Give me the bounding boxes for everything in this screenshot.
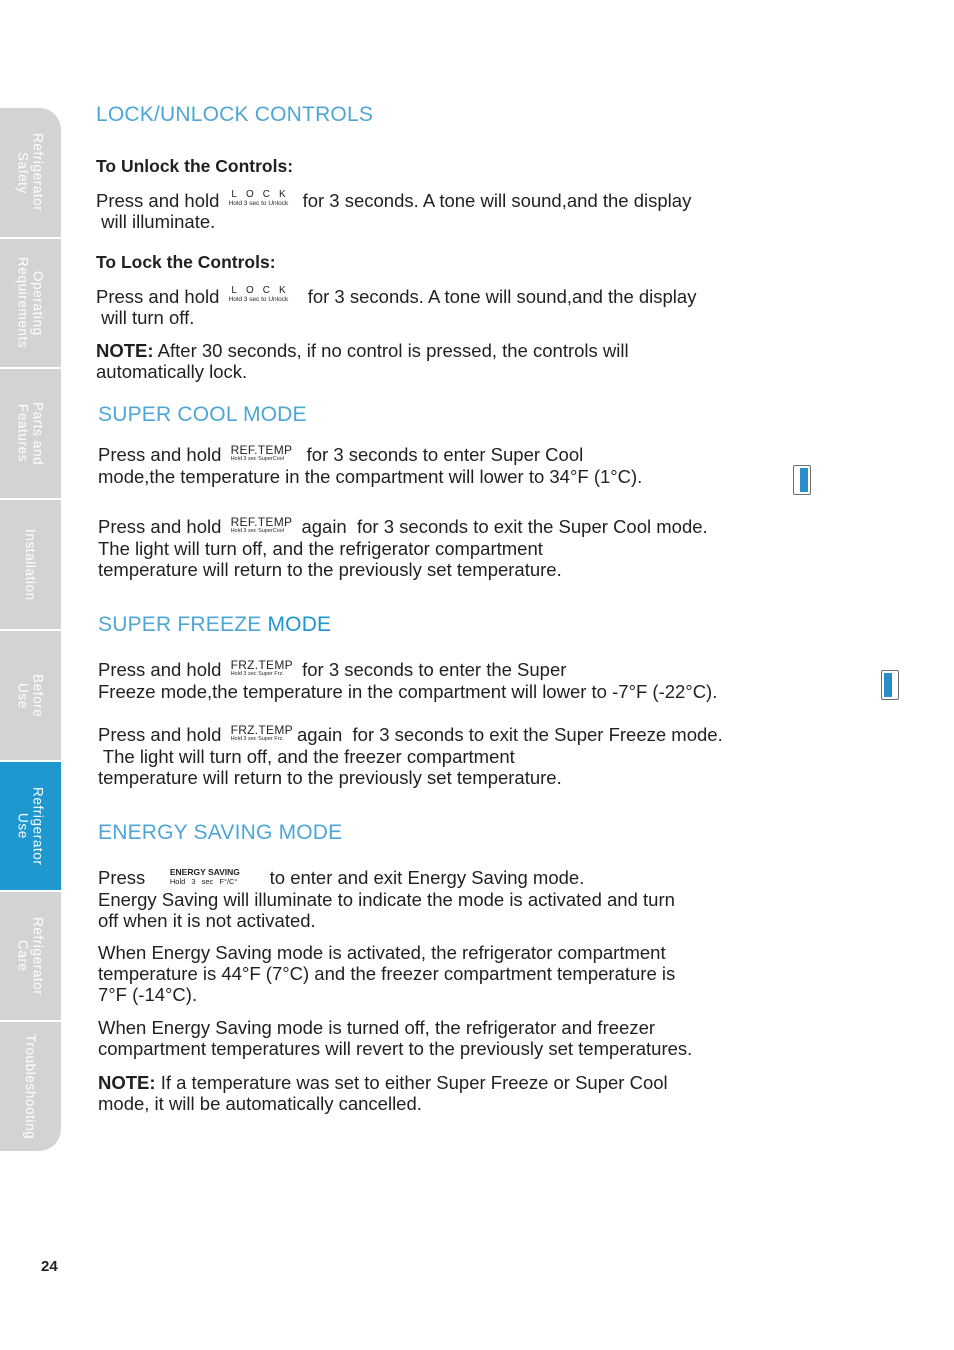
- text: When Energy Saving mode is activated, th…: [98, 942, 666, 963]
- key-sublabel: Hold 3 sec to Unlock: [228, 296, 289, 304]
- heading-part: SUPER FREEZE: [98, 613, 268, 636]
- key-sublabel: Hold 3 sec SuperCool: [230, 527, 285, 534]
- text: After 30 seconds, if no control is press…: [153, 340, 629, 361]
- key-label: REF.TEMP: [230, 442, 293, 457]
- text: Press and hold: [98, 444, 222, 465]
- super-freeze-heading: SUPER FREEZE MODE: [98, 613, 331, 637]
- text: 7°F (-14°C).: [98, 984, 198, 1005]
- tab-label: Refrigerator Care: [15, 916, 46, 996]
- super-cool-heading: SUPER COOL MODE: [98, 403, 307, 426]
- tab-label: Installation: [23, 528, 38, 601]
- page-number: 24: [41, 1258, 58, 1275]
- lock-note: NOTE: After 30 seconds, if no control is…: [96, 340, 629, 382]
- lock-key-icon: LOCK Hold 3 sec to Unlock: [223, 286, 293, 304]
- super-cool-exit: Press and hold REF.TEMP Hold 3 sec SuperC…: [98, 516, 708, 580]
- text: compartment temperatures will revert to …: [98, 1038, 693, 1059]
- text: mode, it will be automatically cancelled…: [98, 1093, 422, 1114]
- key-label: FRZ.TEMP: [230, 657, 293, 672]
- tab-refrigerator-care[interactable]: Refrigerator Care: [0, 892, 61, 1020]
- note-label: NOTE:: [96, 340, 154, 361]
- tab-label: Parts and Features: [15, 401, 46, 466]
- text: The light will turn off, and the freezer…: [98, 745, 515, 767]
- super-freeze-enter: Press and hold FRZ.TEMP Hold 3 sec Super …: [98, 659, 717, 702]
- key-label: LOCK: [231, 189, 295, 201]
- heading-part: MODE: [267, 613, 332, 636]
- text: temperature is 44°F (7°C) and the freeze…: [98, 963, 676, 984]
- super-cool-indicator-icon: [793, 465, 811, 495]
- indicator-fill: [800, 468, 808, 492]
- tab-label: Troubleshooting: [23, 1033, 38, 1140]
- key-sublabel: Hold 3 sec F°/C°: [169, 876, 238, 886]
- tab-troubleshooting[interactable]: Troubleshooting: [0, 1022, 61, 1151]
- text: The light will turn off, and the refrige…: [98, 537, 543, 559]
- energy-saving-activated-text: When Energy Saving mode is activated, th…: [98, 942, 675, 1005]
- frz-temp-key-icon: FRZ.TEMP Hold 3 sec Super Frz.: [231, 659, 293, 678]
- tab-label: Refrigerator Safety: [15, 133, 46, 212]
- text: again for 3 seconds to exit the Super Co…: [301, 516, 708, 537]
- text: for 3 seconds to enter the Super: [302, 659, 567, 680]
- super-cool-enter: Press and hold REF.TEMP Hold 3 sec SuperC…: [98, 444, 642, 487]
- tab-operating-requirements[interactable]: Operating Requirements: [0, 239, 61, 367]
- ref-temp-key-icon: REF.TEMP Hold 3 sec SuperCool: [231, 444, 293, 463]
- energy-saving-instruction: Press ENERGY SAVING Hold 3 sec F°/C° to e…: [98, 867, 675, 931]
- text: automatically lock.: [96, 361, 248, 382]
- energy-saving-heading: ENERGY SAVING MODE: [98, 821, 343, 844]
- tab-refrigerator-use[interactable]: Refrigerator Use: [0, 762, 61, 890]
- text: Press: [98, 867, 146, 888]
- unlock-subheading: To Unlock the Controls:: [96, 156, 294, 176]
- ref-temp-key-icon: REF.TEMP Hold 3 sec SuperCool: [231, 516, 293, 535]
- text: for 3 seconds to enter Super Cool: [296, 444, 584, 465]
- text: Energy Saving will illuminate to indicat…: [98, 888, 675, 910]
- text: Press and hold: [98, 516, 222, 537]
- energy-saving-note: NOTE: If a temperature was set to either…: [98, 1072, 668, 1114]
- lock-instruction: Press and hold LOCK Hold 3 sec to Unlock f…: [96, 286, 697, 329]
- key-label: FRZ.TEMP: [230, 722, 293, 737]
- text: Press and hold: [96, 286, 220, 307]
- text: will illuminate.: [96, 211, 216, 233]
- key-sublabel: Hold 3 sec SuperCool: [230, 455, 285, 462]
- key-label: ENERGY SAVING: [169, 866, 240, 877]
- text: will turn off.: [96, 307, 195, 329]
- lock-key-icon: LOCK Hold 3 sec to Unlock: [223, 190, 293, 208]
- indicator-fill: [884, 673, 892, 697]
- text: When Energy Saving mode is turned off, t…: [98, 1017, 656, 1038]
- text: to enter and exit Energy Saving mode.: [269, 867, 585, 888]
- energy-saving-off-text: When Energy Saving mode is turned off, t…: [98, 1017, 692, 1059]
- key-sublabel: Hold 3 sec Super Frz.: [230, 670, 284, 677]
- text: If a temperature was set to either Super…: [155, 1072, 668, 1093]
- super-freeze-indicator-icon: [881, 670, 899, 700]
- tab-label: Before Use: [15, 673, 46, 718]
- frz-temp-key-icon: FRZ.TEMP Hold 3 sec Super Frz.: [231, 724, 293, 743]
- text: mode,the temperature in the compartment …: [98, 465, 643, 487]
- text: for 3 seconds. A tone will sound,and the…: [307, 286, 697, 307]
- tab-label: Operating Requirements: [15, 257, 46, 349]
- super-freeze-exit: Press and hold FRZ.TEMP Hold 3 sec Super …: [98, 724, 723, 788]
- key-sublabel: Hold 3 sec to Unlock: [228, 200, 289, 208]
- key-label: LOCK: [231, 285, 295, 297]
- energy-saving-key-icon: ENERGY SAVING Hold 3 sec F°/C°: [170, 867, 240, 886]
- lock-unlock-heading: LOCK/UNLOCK CONTROLS: [96, 103, 374, 126]
- text: off when it is not activated.: [98, 909, 316, 931]
- unlock-instruction: Press and hold LOCK Hold 3 sec to Unlock f…: [96, 190, 692, 233]
- text: for 3 seconds. A tone will sound,and the…: [302, 190, 692, 211]
- text: Press and hold: [96, 190, 220, 211]
- text: temperature will return to the previousl…: [98, 558, 562, 580]
- tab-installation[interactable]: Installation: [0, 500, 61, 629]
- key-label: REF.TEMP: [230, 514, 293, 529]
- text: Press and hold: [98, 724, 222, 745]
- text: temperature will return to the previousl…: [98, 766, 562, 788]
- tab-label: Refrigerator Use: [15, 786, 46, 866]
- text: Press and hold: [98, 659, 222, 680]
- tab-before-use[interactable]: Before Use: [0, 631, 61, 760]
- key-sublabel: Hold 3 sec Super Frz.: [230, 735, 284, 742]
- text: again for 3 seconds to exit the Super Fr…: [296, 724, 723, 745]
- tab-parts-and-features[interactable]: Parts and Features: [0, 369, 61, 498]
- tab-refrigerator-safety[interactable]: Refrigerator Safety: [0, 108, 61, 237]
- lock-subheading: To Lock the Controls:: [96, 252, 276, 272]
- text: Freeze mode,the temperature in the compa…: [98, 680, 718, 702]
- note-label: NOTE:: [98, 1072, 156, 1093]
